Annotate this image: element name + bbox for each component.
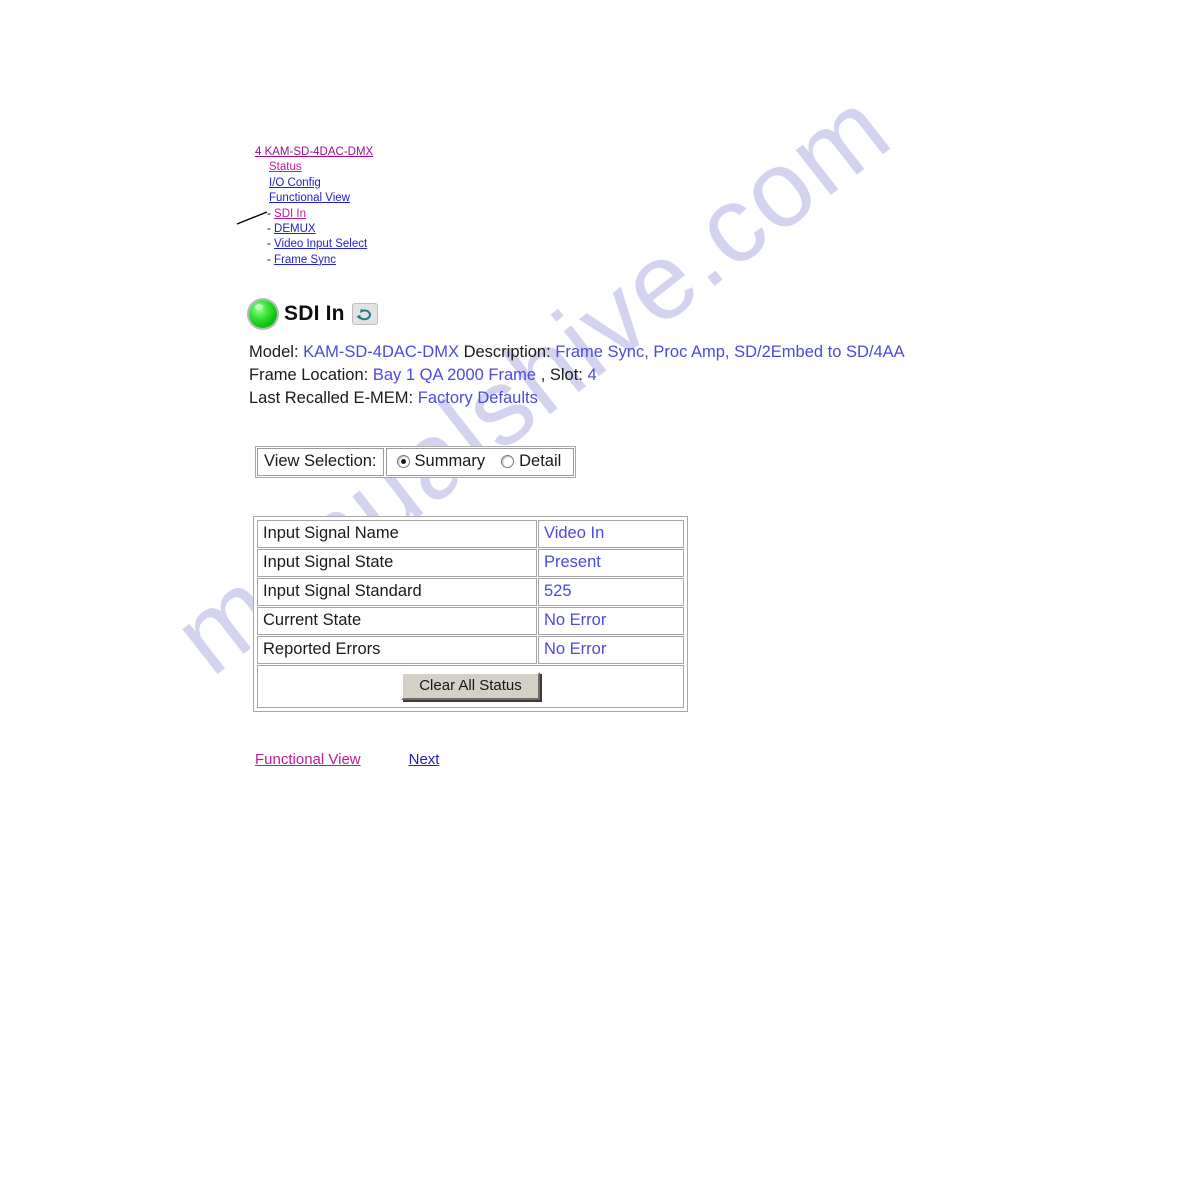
model-value: KAM-SD-4DAC-DMX bbox=[303, 343, 459, 361]
device-info-block: Model: KAM-SD-4DAC-DMX Description: Fram… bbox=[249, 341, 905, 410]
table-row: Current State No Error bbox=[257, 607, 684, 635]
model-label: Model: bbox=[249, 343, 299, 361]
clear-all-status-button[interactable]: Clear All Status bbox=[401, 672, 540, 700]
description-label: Description: bbox=[463, 343, 551, 361]
radio-summary-label: Summary bbox=[414, 452, 486, 470]
row-value-input-signal-state: Present bbox=[538, 549, 684, 577]
bottom-link-functional-view[interactable]: Functional View bbox=[255, 751, 361, 768]
frame-location-label: Frame Location: bbox=[249, 366, 369, 384]
refresh-icon[interactable] bbox=[351, 303, 378, 325]
nav-item-video-input-select[interactable]: Video Input Select bbox=[274, 238, 367, 250]
panel-header: SDI In bbox=[249, 300, 378, 328]
view-selection-panel: View Selection: Summary Detail bbox=[255, 446, 577, 478]
radio-detail-label: Detail bbox=[519, 452, 562, 470]
nav-item-status[interactable]: Status bbox=[269, 161, 302, 173]
info-line-frame-location: Frame Location: Bay 1 QA 2000 Frame , Sl… bbox=[249, 364, 905, 387]
table-row: Input Signal Name Video In bbox=[257, 520, 684, 548]
nav-item-frame-sync[interactable]: Frame Sync bbox=[274, 254, 336, 266]
emem-value: Factory Defaults bbox=[417, 389, 538, 407]
table-row: Reported Errors No Error bbox=[257, 636, 684, 664]
callout-leader-line bbox=[236, 211, 268, 225]
row-label-input-signal-standard: Input Signal Standard bbox=[257, 578, 537, 606]
row-label-input-signal-state: Input Signal State bbox=[257, 549, 537, 577]
frame-location-value: Bay 1 QA 2000 Frame bbox=[372, 366, 537, 384]
table-row: Input Signal State Present bbox=[257, 549, 684, 577]
tree-dash: - bbox=[267, 238, 271, 251]
table-row: Input Signal Standard 525 bbox=[257, 578, 684, 606]
row-label-current-state: Current State bbox=[257, 607, 537, 635]
view-selection-label: View Selection: bbox=[257, 448, 384, 476]
nav-item-functional-view[interactable]: Functional View bbox=[269, 192, 350, 204]
info-line-emem: Last Recalled E-MEM: Factory Defaults bbox=[249, 387, 905, 410]
row-value-reported-errors: No Error bbox=[538, 636, 684, 664]
radio-option-detail[interactable]: Detail bbox=[501, 452, 561, 471]
nav-root-link[interactable]: 4 KAM-SD-4DAC-DMX bbox=[255, 146, 373, 158]
row-value-current-state: No Error bbox=[538, 607, 684, 635]
status-table-panel: Input Signal Name Video In Input Signal … bbox=[253, 516, 688, 712]
page-title: SDI In bbox=[284, 302, 345, 325]
nav-item-sdi-in[interactable]: SDI In bbox=[274, 208, 306, 220]
slot-value: 4 bbox=[587, 366, 597, 384]
status-table: Input Signal Name Video In Input Signal … bbox=[256, 519, 685, 709]
radio-summary-input[interactable] bbox=[396, 455, 410, 468]
table-row-button: Clear All Status bbox=[257, 665, 684, 708]
radio-option-summary[interactable]: Summary bbox=[396, 452, 486, 471]
nav-item-io-config[interactable]: I/O Config bbox=[269, 177, 321, 189]
bottom-navigation: Functional View Next bbox=[255, 751, 439, 768]
radio-detail-input[interactable] bbox=[501, 455, 515, 468]
view-selection-options: Summary Detail bbox=[385, 448, 575, 476]
row-value-input-signal-standard: 525 bbox=[538, 578, 684, 606]
row-label-input-signal-name: Input Signal Name bbox=[257, 520, 537, 548]
description-value: Frame Sync, Proc Amp, SD/2Embed to SD/4A… bbox=[555, 343, 905, 361]
navigation-tree: 4 KAM-SD-4DAC-DMX Status I/O Config Func… bbox=[255, 145, 373, 268]
green-led-icon bbox=[249, 300, 277, 328]
bottom-link-next[interactable]: Next bbox=[409, 751, 440, 768]
slot-label: , Slot: bbox=[540, 366, 583, 384]
info-line-model: Model: KAM-SD-4DAC-DMX Description: Fram… bbox=[249, 341, 905, 364]
clear-all-status-cell: Clear All Status bbox=[257, 665, 684, 708]
nav-item-demux[interactable]: DEMUX bbox=[274, 223, 316, 235]
emem-label: Last Recalled E-MEM: bbox=[249, 389, 414, 407]
tree-dash: - bbox=[267, 253, 271, 266]
row-value-input-signal-name: Video In bbox=[538, 520, 684, 548]
row-label-reported-errors: Reported Errors bbox=[257, 636, 537, 664]
